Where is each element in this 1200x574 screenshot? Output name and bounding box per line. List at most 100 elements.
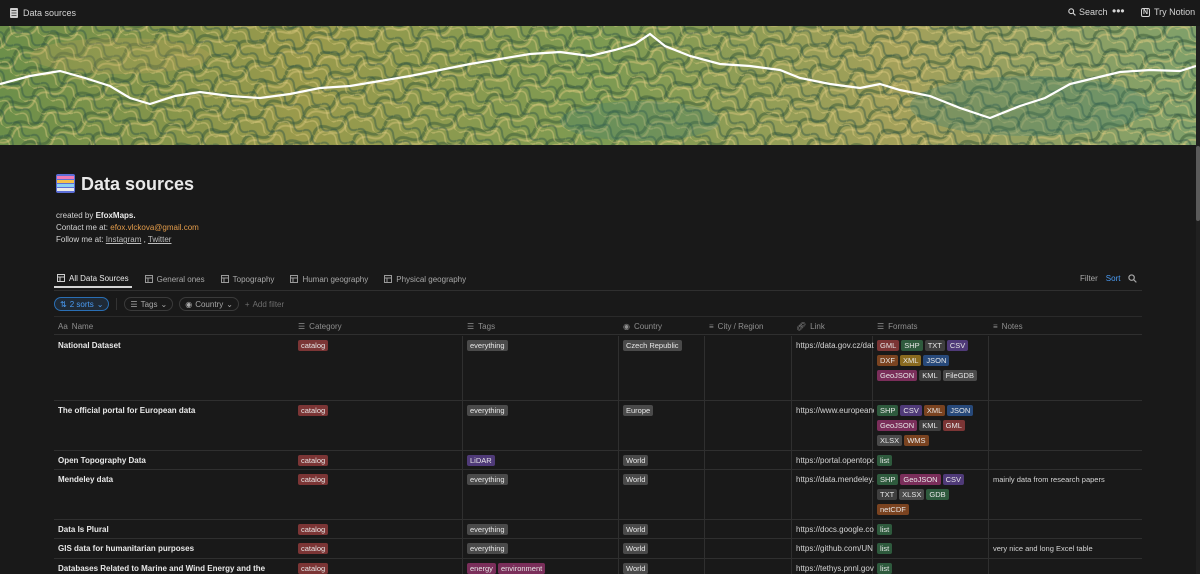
country-cell[interactable]: Europe: [619, 401, 705, 450]
country-cell[interactable]: World: [619, 451, 705, 469]
name-cell[interactable]: Mendeley data: [54, 470, 294, 519]
tab-human-geography[interactable]: Human geography: [287, 270, 371, 288]
tags-cell[interactable]: everything: [463, 539, 619, 558]
table-row[interactable]: National Dataset catalog everything Czech R…: [54, 336, 1142, 401]
column-header-city-region[interactable]: ≡ City / Region: [705, 317, 763, 336]
tags-cell[interactable]: everything: [463, 336, 619, 400]
column-header-link[interactable]: 🔗︎ Link: [792, 317, 825, 336]
category-cell[interactable]: catalog: [294, 336, 463, 400]
row-link[interactable]: https://www.europeandataportal.eu: [796, 405, 874, 416]
formats-cell[interactable]: GML SHP TXT CSV DXF XML JSON GeoJSON KML FileGDB: [873, 336, 989, 400]
more-options-button[interactable]: •••: [1112, 4, 1125, 18]
tags-cell[interactable]: everything: [463, 470, 619, 519]
link-cell[interactable]: https://www.europeandataportal.eu: [792, 401, 874, 450]
city-region-cell[interactable]: [705, 520, 792, 538]
row-link[interactable]: https://data.gov.cz/datové-sady: [796, 340, 874, 351]
notes-cell[interactable]: [989, 336, 1142, 400]
city-region-cell[interactable]: [705, 559, 792, 574]
table-row[interactable]: Open Topography Data catalog LiDAR World htt…: [54, 451, 1142, 470]
name-cell[interactable]: Open Topography Data: [54, 451, 294, 469]
column-header-category[interactable]: ☰ Category: [294, 317, 342, 336]
category-cell[interactable]: catalog: [294, 470, 463, 519]
name-cell[interactable]: The official portal for European data: [54, 401, 294, 450]
sorts-pill[interactable]: ⇅ 2 sorts ⌄: [54, 297, 110, 311]
city-region-cell[interactable]: [705, 401, 792, 450]
table-row[interactable]: Databases Related to Marine and Wind Ene…: [54, 559, 1142, 574]
country-cell[interactable]: World: [619, 539, 705, 558]
row-link[interactable]: https://portal.opentopography.org: [796, 455, 874, 466]
search-icon[interactable]: [1128, 274, 1138, 283]
country-cell[interactable]: Czech Republic: [619, 336, 705, 400]
scrollbar[interactable]: [1196, 26, 1200, 574]
category-cell[interactable]: catalog: [294, 520, 463, 538]
column-header-tags[interactable]: ☰ Tags: [463, 317, 495, 336]
tab-physical-geography[interactable]: Physical geography: [381, 270, 469, 288]
tags-cell[interactable]: LiDAR: [463, 451, 619, 469]
created-by-line: created by EfoxMaps.: [56, 211, 136, 220]
sort-button[interactable]: Sort: [1106, 274, 1121, 283]
notes-cell[interactable]: mainly data from research papers: [989, 470, 1142, 519]
name-cell[interactable]: GIS data for humanitarian purposes: [54, 539, 294, 558]
column-header-notes[interactable]: ≡ Notes: [989, 317, 1023, 336]
breadcrumb[interactable]: Data sources: [23, 8, 76, 18]
twitter-link[interactable]: Twitter: [148, 235, 172, 244]
link-cell[interactable]: https://data.mendeley.com: [792, 470, 874, 519]
tags-cell[interactable]: energy environment: [463, 559, 619, 574]
tags-cell[interactable]: everything: [463, 520, 619, 538]
category-cell[interactable]: catalog: [294, 539, 463, 558]
notes-cell[interactable]: [989, 520, 1142, 538]
table-row[interactable]: Mendeley data catalog everything World https…: [54, 470, 1142, 520]
city-region-cell[interactable]: [705, 539, 792, 558]
table-row[interactable]: Data Is Plural catalog everything World http…: [54, 520, 1142, 539]
country-cell[interactable]: World: [619, 559, 705, 574]
formats-cell[interactable]: SHP CSV XML JSON GeoJSON KML GML XLSX WMS: [873, 401, 989, 450]
city-region-cell[interactable]: [705, 451, 792, 469]
column-header-country[interactable]: ◉ Country: [619, 317, 662, 336]
tags-filter-pill[interactable]: ☰ Tags ⌄: [124, 297, 174, 311]
column-header-formats[interactable]: ☰ Formats: [873, 317, 918, 336]
try-notion-button[interactable]: N Try Notion: [1141, 7, 1195, 17]
link-cell[interactable]: https://portal.opentopography.org: [792, 451, 874, 469]
category-cell[interactable]: catalog: [294, 401, 463, 450]
notes-cell[interactable]: [989, 401, 1142, 450]
formats-cell[interactable]: list: [873, 539, 989, 558]
row-link[interactable]: https://tethys.pnnl.gov: [796, 563, 874, 574]
name-cell[interactable]: Data Is Plural: [54, 520, 294, 538]
notes-cell[interactable]: [989, 451, 1142, 469]
tab-topography[interactable]: Topography: [218, 270, 278, 288]
link-cell[interactable]: https://docs.google.com: [792, 520, 874, 538]
country-cell[interactable]: World: [619, 470, 705, 519]
tab-all-data-sources[interactable]: All Data Sources: [54, 270, 132, 288]
tab-general-ones[interactable]: General ones: [142, 270, 208, 288]
category-cell[interactable]: catalog: [294, 451, 463, 469]
table-row[interactable]: GIS data for humanitarian purposes catalo…: [54, 539, 1142, 559]
formats-cell[interactable]: list: [873, 559, 989, 574]
search-button[interactable]: Search: [1068, 7, 1108, 17]
link-cell[interactable]: https://github.com/UN: [792, 539, 873, 558]
category-cell[interactable]: catalog: [294, 559, 463, 574]
formats-cell[interactable]: list: [873, 451, 989, 469]
link-cell[interactable]: https://data.gov.cz/datové-sady: [792, 336, 874, 400]
email-link[interactable]: efox.vlckova@gmail.com: [110, 223, 199, 232]
name-cell[interactable]: Databases Related to Marine and Wind Ene…: [54, 559, 294, 574]
country-cell[interactable]: World: [619, 520, 705, 538]
filter-button[interactable]: Filter: [1080, 274, 1098, 283]
country-filter-pill[interactable]: ◉ Country ⌄: [179, 297, 239, 311]
formats-cell[interactable]: list: [873, 520, 989, 538]
row-link[interactable]: https://docs.google.com: [796, 524, 874, 535]
row-link[interactable]: https://github.com/UN: [796, 543, 874, 554]
city-region-cell[interactable]: [705, 470, 792, 519]
city-region-cell[interactable]: [705, 336, 792, 400]
formats-cell[interactable]: SHP GeoJSON CSV TXT XLSX GDB netCDF: [873, 470, 989, 519]
tags-cell[interactable]: everything: [463, 401, 619, 450]
add-filter-button[interactable]: + Add filter: [245, 300, 284, 309]
scrollbar-thumb[interactable]: [1196, 146, 1200, 221]
table-row[interactable]: The official portal for European data cat…: [54, 401, 1142, 451]
name-cell[interactable]: National Dataset: [54, 336, 294, 400]
notes-cell[interactable]: very nice and long Excel table: [989, 539, 1142, 558]
column-header-name[interactable]: Aa Name: [54, 317, 93, 336]
row-link[interactable]: https://data.mendeley.com: [796, 474, 874, 485]
link-cell[interactable]: https://tethys.pnnl.gov: [792, 559, 874, 574]
instagram-link[interactable]: Instagram: [106, 235, 142, 244]
notes-cell[interactable]: [989, 559, 1142, 574]
